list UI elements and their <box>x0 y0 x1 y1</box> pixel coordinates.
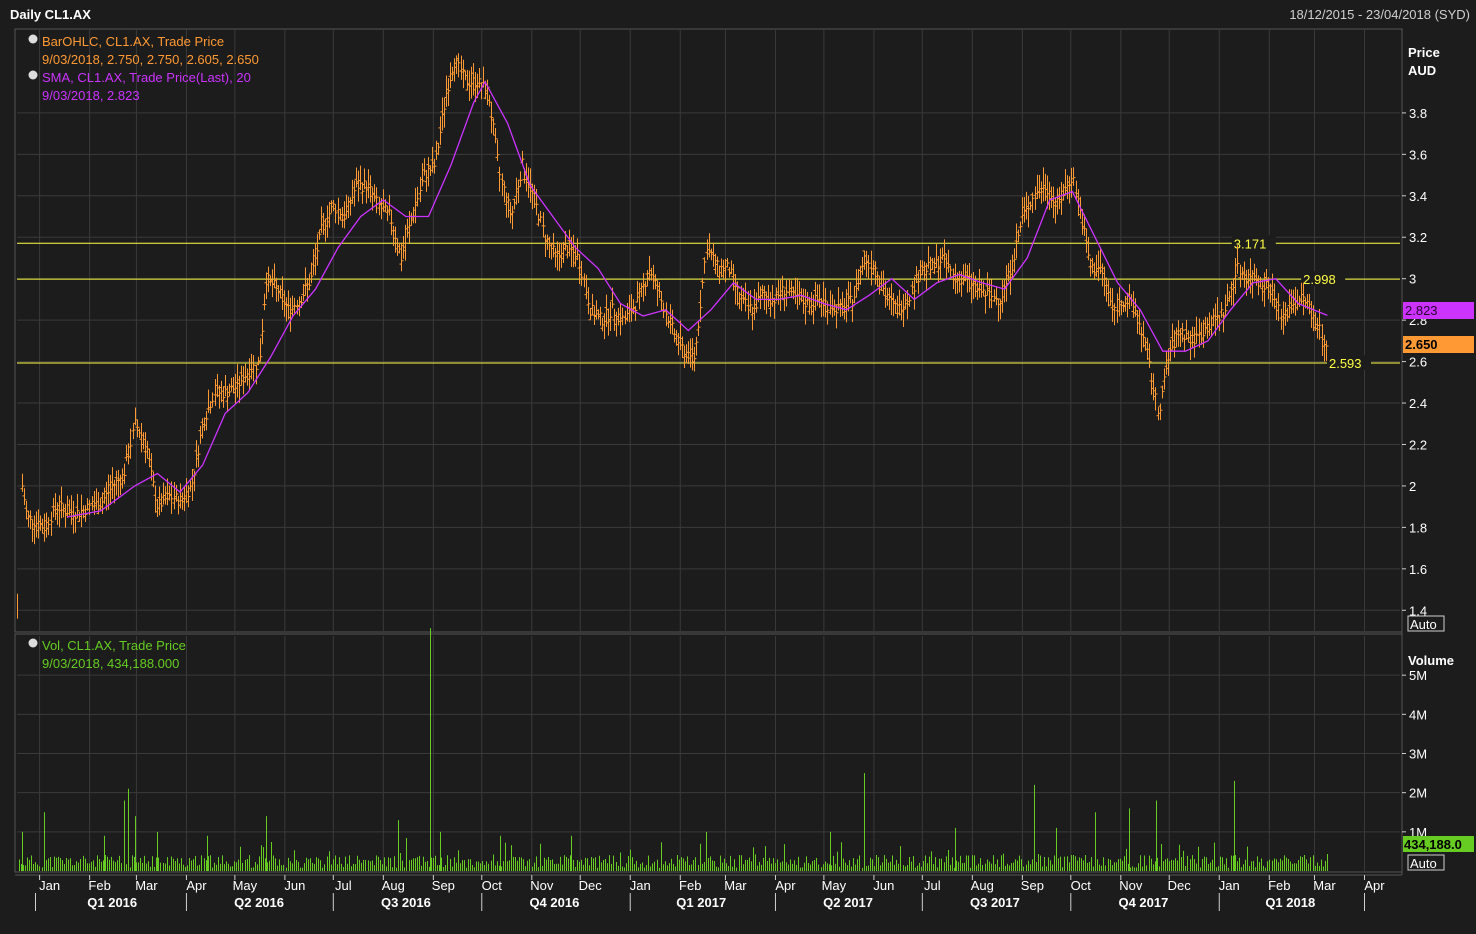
month-tick-label: Dec <box>1168 878 1192 893</box>
month-tick-label: Jan <box>39 878 60 893</box>
legend-vol-icon[interactable] <box>28 638 38 648</box>
price-tick-label: 2.2 <box>1409 437 1427 452</box>
quarter-label: Q3 2016 <box>381 895 431 910</box>
price-tick-label: 1.6 <box>1409 562 1427 577</box>
month-tick-label: Sep <box>1021 878 1044 893</box>
month-tick-label: Sep <box>432 878 455 893</box>
price-axis-unit: AUD <box>1408 63 1436 78</box>
price-auto-label: Auto <box>1410 617 1437 632</box>
month-tick-label: Nov <box>1119 878 1143 893</box>
level-label: 2.998 <box>1303 272 1336 287</box>
month-tick-label: May <box>233 878 258 893</box>
volume-axis-title: Volume <box>1408 653 1454 668</box>
month-tick-label: Mar <box>1313 878 1336 893</box>
volume-last-value: 434,188.0 <box>1404 837 1462 852</box>
price-axis-title: Price <box>1408 45 1440 60</box>
month-tick-label: Mar <box>724 878 747 893</box>
month-tick-label: Aug <box>971 878 994 893</box>
month-tick-label: Jan <box>1219 878 1240 893</box>
month-tick-label: Oct <box>1071 878 1092 893</box>
quarter-label: Q1 2017 <box>676 895 726 910</box>
month-tick-label: Feb <box>1268 878 1290 893</box>
chart-background <box>0 0 1476 934</box>
sma-last-value: 2.823 <box>1405 303 1438 318</box>
price-tick-label: 1.8 <box>1409 520 1427 535</box>
month-tick-label: Jul <box>335 878 352 893</box>
price-tick-label: 2.4 <box>1409 396 1427 411</box>
price-tick-label: 3.6 <box>1409 147 1427 162</box>
legend-sma-icon[interactable] <box>28 70 38 80</box>
month-tick-label: Feb <box>679 878 701 893</box>
price-last-value: 2.650 <box>1405 337 1438 352</box>
month-tick-label: Jan <box>630 878 651 893</box>
legend-bar-icon[interactable] <box>28 34 38 44</box>
volume-tick-label: 5M <box>1409 668 1427 683</box>
month-tick-label: Oct <box>482 878 503 893</box>
month-tick-label: Mar <box>135 878 158 893</box>
month-tick-label: Apr <box>775 878 796 893</box>
month-tick-label: Nov <box>530 878 554 893</box>
legend-bar-values: 9/03/2018, 2.750, 2.750, 2.605, 2.650 <box>42 52 259 67</box>
price-tick-label: 3.4 <box>1409 189 1427 204</box>
month-tick-label: Jul <box>924 878 941 893</box>
volume-auto-label: Auto <box>1410 856 1437 871</box>
month-tick-label: Jun <box>284 878 305 893</box>
date-range: 18/12/2015 - 23/04/2018 (SYD) <box>1289 7 1470 22</box>
chart-title: Daily CL1.AX <box>10 7 91 22</box>
month-tick-label: Apr <box>186 878 207 893</box>
month-tick-label: Aug <box>382 878 405 893</box>
legend-bar-title: BarOHLC, CL1.AX, Trade Price <box>42 34 224 49</box>
month-tick-label: Jun <box>873 878 894 893</box>
level-label: 2.593 <box>1329 356 1362 371</box>
stock-chart: Daily CL1.AX 18/12/2015 - 23/04/2018 (SY… <box>0 0 1476 934</box>
month-tick-label: Apr <box>1364 878 1385 893</box>
month-tick-label: Feb <box>88 878 110 893</box>
price-tick-label: 2.6 <box>1409 355 1427 370</box>
quarter-label: Q3 2017 <box>970 895 1020 910</box>
price-tick-label: 2 <box>1409 479 1416 494</box>
legend-sma-values: 9/03/2018, 2.823 <box>42 88 140 103</box>
month-tick-label: Dec <box>579 878 603 893</box>
volume-tick-label: 4M <box>1409 707 1427 722</box>
legend-vol-values: 9/03/2018, 434,188.000 <box>42 656 179 671</box>
quarter-label: Q4 2016 <box>529 895 579 910</box>
quarter-label: Q1 2018 <box>1265 895 1315 910</box>
month-tick-label: May <box>822 878 847 893</box>
legend-vol-title: Vol, CL1.AX, Trade Price <box>42 638 186 653</box>
legend-sma-title: SMA, CL1.AX, Trade Price(Last), 20 <box>42 70 251 85</box>
price-tick-label: 3 <box>1409 272 1416 287</box>
volume-tick-label: 3M <box>1409 747 1427 762</box>
volume-tick-label: 2M <box>1409 786 1427 801</box>
price-tick-label: 3.2 <box>1409 230 1427 245</box>
price-tick-label: 3.8 <box>1409 106 1427 121</box>
quarter-label: Q2 2016 <box>234 895 284 910</box>
quarter-label: Q2 2017 <box>823 895 873 910</box>
level-label: 3.171 <box>1234 236 1267 251</box>
quarter-label: Q1 2016 <box>87 895 137 910</box>
quarter-label: Q4 2017 <box>1118 895 1168 910</box>
